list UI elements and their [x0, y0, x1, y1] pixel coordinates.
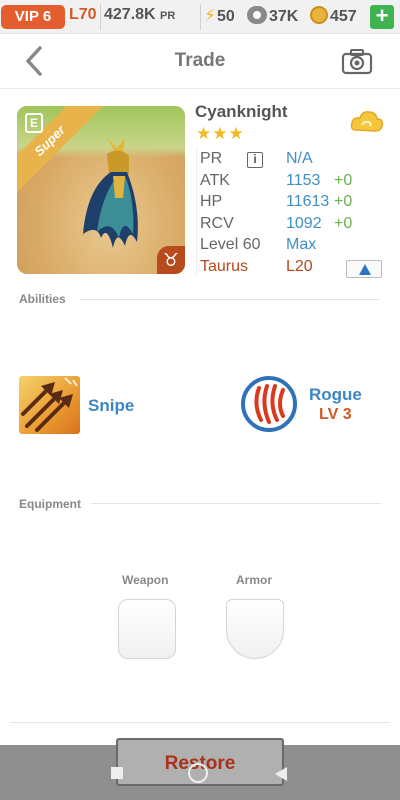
paw-counter[interactable]: 37K: [247, 6, 298, 26]
player-level: L70: [69, 6, 97, 23]
page-header: Trade: [0, 34, 400, 89]
weapon-slot[interactable]: [118, 599, 176, 659]
power-value: 427.8K: [104, 6, 156, 23]
energy-counter[interactable]: ⚡50: [204, 6, 235, 26]
taurus-sign-icon: ♉: [157, 246, 185, 274]
vip-badge[interactable]: VIP 6: [1, 5, 65, 29]
divider: [200, 4, 201, 30]
home-icon[interactable]: [188, 763, 208, 783]
snipe-ability-name[interactable]: Snipe: [88, 396, 134, 416]
stat-bonus: +0: [334, 214, 353, 232]
divider: [80, 299, 380, 300]
back-triangle-icon[interactable]: [275, 767, 287, 781]
abilities-heading: Abilities: [19, 292, 66, 306]
snipe-ability-icon[interactable]: [19, 376, 80, 434]
add-currency-button[interactable]: +: [370, 5, 394, 29]
equipment-heading: Equipment: [19, 497, 81, 511]
stat-row-sign: Taurus L20: [200, 258, 390, 280]
stat-value: L20: [286, 257, 313, 275]
coin-value: 457: [330, 8, 357, 25]
power-rating: 427.8K PR: [104, 6, 175, 24]
recent-apps-icon[interactable]: [111, 767, 123, 779]
upgrade-arrow-button[interactable]: [346, 259, 382, 278]
info-icon[interactable]: i: [247, 152, 263, 168]
stat-value: Max: [286, 236, 317, 253]
rogue-ability-level: LV 3: [319, 406, 352, 423]
page-title: Trade: [174, 50, 226, 71]
stat-row-level: Level 60 Max: [200, 236, 390, 258]
camera-icon[interactable]: [341, 47, 373, 75]
stat-bonus: +0: [334, 193, 353, 210]
rogue-ability-icon[interactable]: [241, 376, 297, 432]
claw-icon: [254, 384, 285, 424]
status-bar: VIP 6 L70 427.8K PR ⚡50 37K 457 +: [0, 0, 400, 34]
stat-label: RCV: [200, 214, 234, 232]
stat-value: N/A: [286, 150, 313, 167]
hero-portrait[interactable]: Super E ♉: [17, 106, 185, 274]
stat-row-hp: HP 11613 +0: [200, 193, 390, 215]
stat-row-rcv: RCV 1092 +0: [200, 215, 390, 237]
stat-value: 1153: [286, 171, 321, 189]
divider: [91, 503, 381, 504]
stat-bonus: +0: [334, 171, 353, 189]
armor-slot[interactable]: [226, 599, 284, 659]
stat-label: ATK: [200, 171, 230, 189]
paw-icon: [247, 6, 267, 24]
stat-label: Level 60: [200, 236, 261, 253]
stat-row-pr: PR i N/A: [200, 150, 390, 172]
paw-value: 37K: [269, 8, 299, 25]
hero-stats: PR i N/A ATK 1153 +0 HP 11613 +0 RCV 109…: [200, 150, 390, 279]
coin-counter[interactable]: 457: [310, 6, 357, 26]
armor-label: Armor: [236, 573, 273, 587]
stat-value: 11613: [286, 193, 330, 210]
power-unit: PR: [160, 10, 176, 22]
energy-value: 50: [216, 8, 235, 25]
coin-icon: [310, 6, 328, 24]
divider: [10, 722, 390, 723]
weapon-label: Weapon: [122, 573, 169, 587]
stat-row-atk: ATK 1153 +0: [200, 172, 390, 194]
star-rating: ★★★: [196, 124, 245, 143]
equipment-badge-icon: E: [25, 113, 43, 133]
rogue-ability-name[interactable]: Rogue: [309, 385, 362, 405]
lightning-icon: ⚡: [204, 6, 216, 25]
stat-label: HP: [200, 193, 223, 210]
stat-value: 1092: [286, 214, 322, 232]
cloud-icon[interactable]: [350, 108, 384, 138]
divider: [100, 4, 101, 30]
stat-label: PR: [200, 150, 223, 167]
stat-label: Taurus: [200, 257, 249, 275]
arrows-icon: [21, 377, 78, 432]
hero-figure-image: [83, 138, 138, 248]
divider: [196, 148, 197, 274]
hero-name: Cyanknight: [195, 102, 288, 121]
